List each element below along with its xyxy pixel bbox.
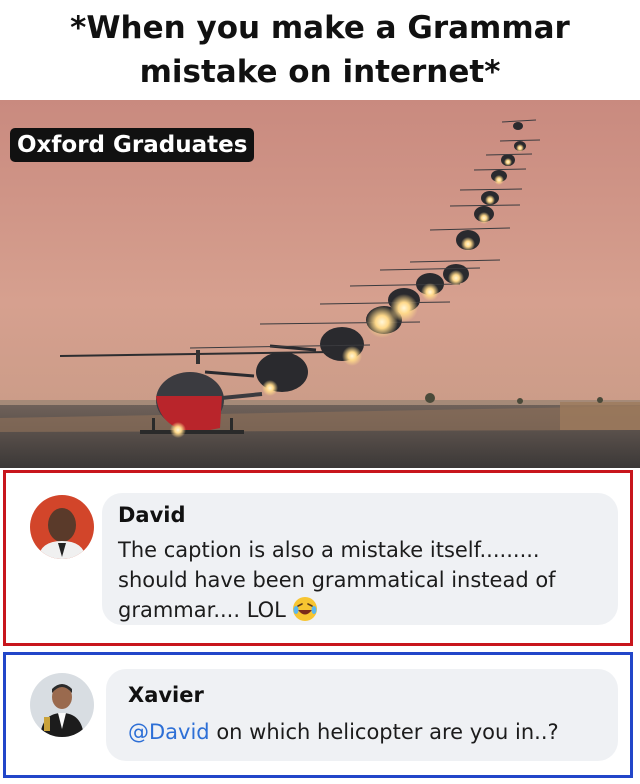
comment-text-line: should have been grammatical instead of: [118, 568, 556, 592]
meme-caption-line-1: *When you make a Grammar: [70, 10, 570, 46]
comment-xavier: Xavier @David on which helicopter are yo…: [3, 652, 633, 778]
avatar[interactable]: [30, 673, 94, 737]
image-overlay-label: Oxford Graduates: [10, 128, 255, 162]
avatar[interactable]: [30, 495, 94, 559]
comment-text-line: The caption is also a mistake itself....…: [118, 538, 540, 562]
comment-bubble: David The caption is also a mistake itse…: [102, 493, 618, 625]
meme-caption: *When you make a Grammar mistake on inte…: [0, 0, 640, 100]
comment-david: David The caption is also a mistake itse…: [3, 470, 633, 646]
comment-text-line: grammar.... LOL: [118, 598, 286, 622]
comment-text-line-last: grammar.... LOL: [118, 595, 556, 625]
comment-text: The caption is also a mistake itself....…: [118, 535, 556, 625]
comment-author[interactable]: Xavier: [128, 683, 204, 707]
comment-author[interactable]: David: [118, 503, 186, 527]
comment-text-body: on which helicopter are you in..?: [216, 720, 559, 744]
mention-link[interactable]: @David: [128, 720, 210, 744]
meme-post: *When you make a Grammar mistake on inte…: [0, 0, 640, 784]
comment-bubble: Xavier @David on which helicopter are yo…: [106, 669, 618, 761]
laughing-crying-emoji-icon: [292, 597, 317, 621]
meme-caption-line-2: mistake on internet*: [139, 54, 501, 90]
comment-text: @David on which helicopter are you in..?: [128, 717, 559, 747]
